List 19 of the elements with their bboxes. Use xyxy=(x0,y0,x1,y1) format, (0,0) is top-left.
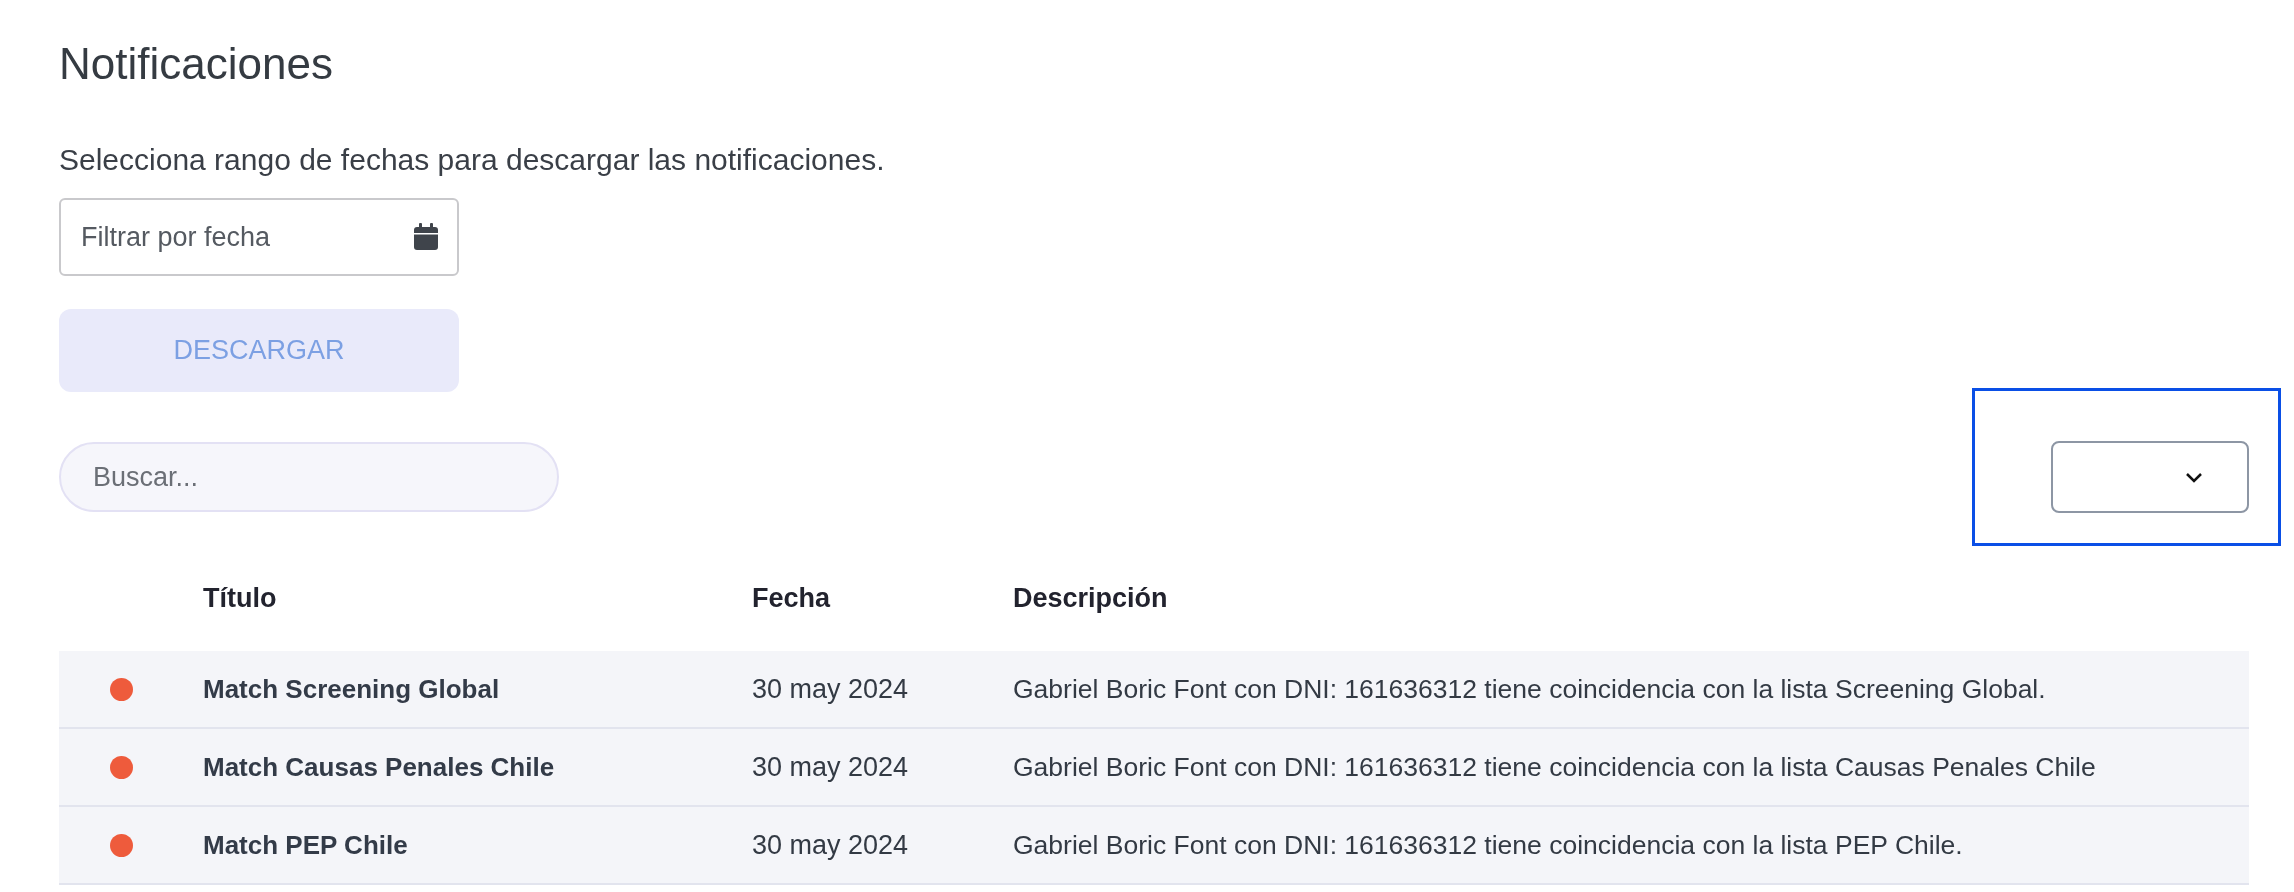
notification-title: Match PEP Chile xyxy=(203,829,409,861)
notification-title: Match Screening Global xyxy=(203,673,501,705)
calendar-icon xyxy=(413,223,439,251)
column-header: Descripción xyxy=(1013,582,1169,615)
column-header: Fecha xyxy=(752,582,832,615)
notification-title: Match Causas Penales Chile xyxy=(203,751,556,783)
column-header: Título xyxy=(203,582,278,615)
page-title: Notificaciones xyxy=(59,38,333,90)
date-filter-field[interactable]: Filtrar por fecha xyxy=(59,198,459,276)
notification-date: 30 may 2024 xyxy=(752,829,910,861)
search-field[interactable]: Buscar... xyxy=(59,442,559,512)
notification-description: Gabriel Boric Font con DNI: 161636312 tiene coincidencia con la lista PEP Chile. xyxy=(1013,829,1964,861)
notification-date: 30 may 2024 xyxy=(752,673,910,705)
chevron-down-icon xyxy=(2185,471,2203,483)
instructions-text: Selecciona rango de fechas para descargar las notificaciones. xyxy=(59,142,885,178)
notification-date: 30 may 2024 xyxy=(752,751,910,783)
notification-description: Gabriel Boric Font con DNI: 161636312 tiene coincidencia con la lista Causas Penales Chile xyxy=(1013,751,2097,783)
notification-description: Gabriel Boric Font con DNI: 161636312 tiene coincidencia con la lista Screening Global. xyxy=(1013,673,2047,705)
dropdown-select[interactable] xyxy=(2051,441,2249,513)
